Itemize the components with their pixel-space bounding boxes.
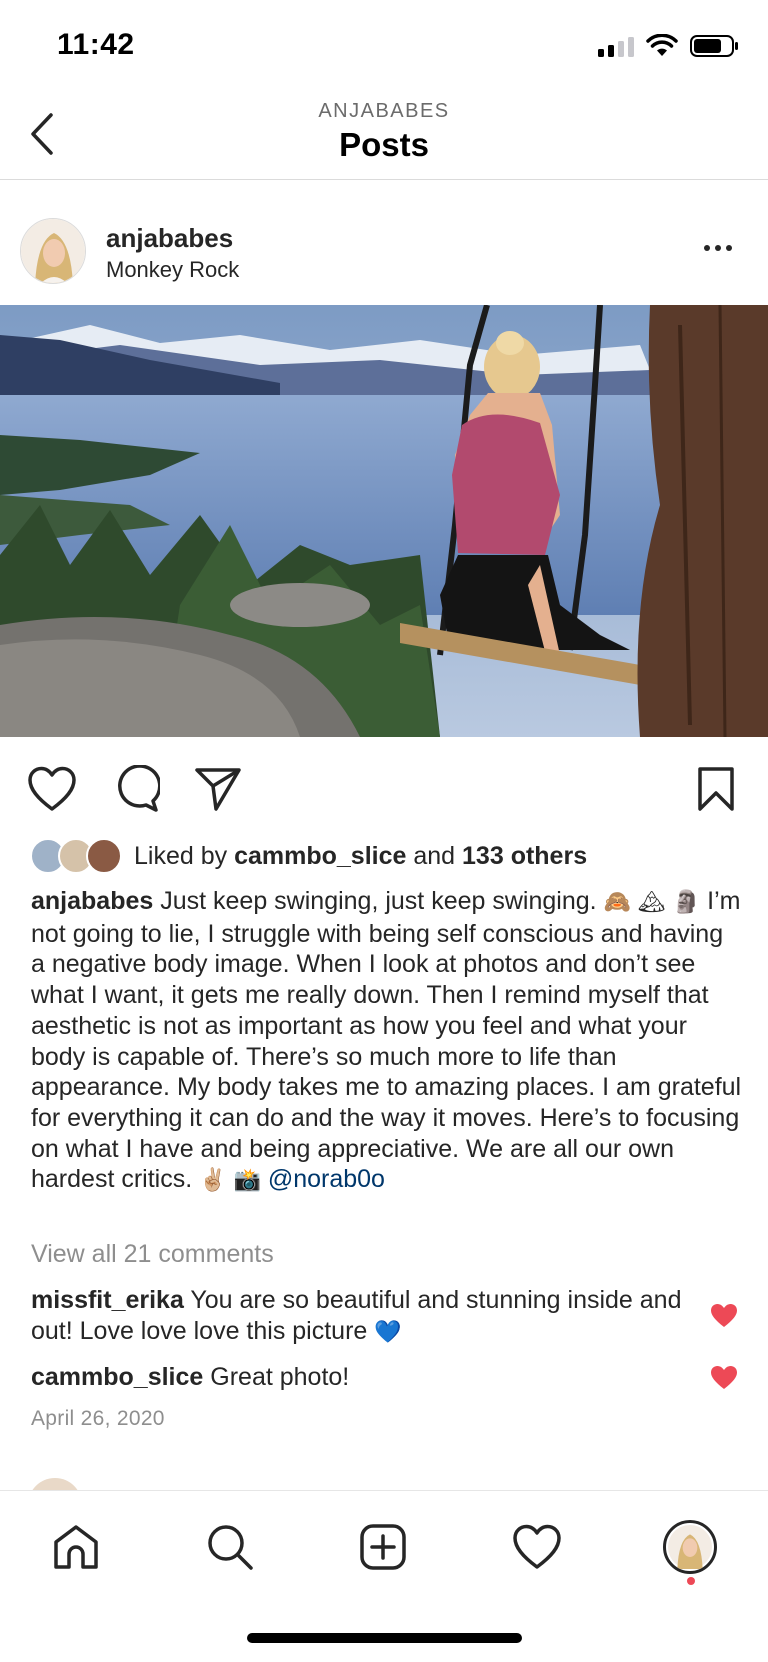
more-dots-icon — [704, 245, 710, 251]
post-username[interactable]: anjababes — [106, 223, 233, 254]
likes-prefix: Liked by — [134, 841, 228, 870]
home-indicator[interactable] — [247, 1633, 522, 1643]
comment-text: Great photo! — [203, 1363, 350, 1391]
liker-avatars — [30, 838, 122, 874]
nav-header: ANJABABES Posts — [0, 92, 768, 180]
save-button[interactable] — [690, 763, 742, 815]
battery-icon — [690, 35, 738, 57]
post-photo[interactable] — [0, 305, 768, 737]
comment-username[interactable]: missfit_erika — [31, 1286, 184, 1314]
comment-username[interactable]: cammbo_slice — [31, 1363, 203, 1391]
avatar-photo — [21, 219, 85, 283]
more-options-button[interactable] — [698, 239, 738, 257]
paper-plane-icon — [195, 768, 241, 811]
post-date: April 26, 2020 — [31, 1407, 165, 1430]
mountain-emoji: 🏔 — [637, 890, 666, 915]
likes-others-count[interactable]: 133 others — [462, 842, 587, 870]
camera-flash-emoji: 📸 — [233, 1168, 261, 1194]
victory-hand-emoji: ✌🏼 — [199, 1168, 227, 1194]
post-actions — [0, 737, 768, 837]
heart-filled-icon — [711, 1304, 737, 1327]
post-location[interactable]: Monkey Rock — [106, 257, 239, 283]
cellular-signal-icon — [598, 35, 634, 57]
tab-home[interactable] — [46, 1517, 106, 1577]
post-image — [0, 305, 768, 737]
profile-avatar — [663, 1520, 717, 1574]
profile-avatar-photo — [668, 1525, 712, 1569]
caption-text-1: Just keep swinging, just keep swinging. — [153, 887, 604, 915]
comment-item: missfit_erika You are so beautiful and s… — [31, 1285, 691, 1348]
liker-avatar — [86, 838, 122, 874]
caption-username[interactable]: anjababes — [31, 887, 153, 915]
comment-bubble-icon — [118, 765, 160, 812]
tab-search[interactable] — [200, 1517, 260, 1577]
likes-conjunction: and — [413, 841, 456, 870]
activity-notification-dot — [687, 1577, 695, 1585]
blue-heart-emoji: 💙 — [374, 1319, 402, 1345]
add-post-icon — [360, 1524, 406, 1570]
tab-profile[interactable] — [660, 1517, 720, 1577]
nav-subtitle: ANJABABES — [318, 100, 450, 122]
likes-text: Liked by cammbo_slice and 133 others — [134, 842, 587, 871]
heart-icon — [513, 1524, 561, 1569]
heart-icon — [28, 766, 76, 811]
comment-like-button[interactable] — [710, 1365, 738, 1391]
comment-item: cammbo_slice Great photo! — [31, 1362, 691, 1393]
liker-username[interactable]: cammbo_slice — [234, 842, 406, 870]
view-all-comments-link[interactable]: View all 21 comments — [31, 1240, 274, 1269]
page-title: Posts — [339, 126, 429, 163]
heart-filled-icon — [711, 1366, 737, 1389]
caption-text-2: I’m not going to lie, I struggle with be… — [31, 887, 742, 1194]
post-caption: anjababes Just keep swinging, just keep … — [31, 886, 743, 1197]
wifi-icon — [646, 34, 678, 56]
search-icon — [208, 1525, 253, 1570]
bookmark-icon — [698, 767, 734, 811]
comment-button[interactable] — [110, 763, 162, 815]
status-time: 11:42 — [57, 28, 135, 61]
likes-row[interactable]: Liked by cammbo_slice and 133 others — [30, 836, 587, 876]
status-bar: 11:42 — [0, 0, 768, 92]
status-icons — [598, 34, 740, 58]
moai-emoji: 🗿 — [672, 890, 701, 915]
like-button[interactable] — [26, 763, 78, 815]
caption-mention[interactable]: @norab0o — [268, 1165, 385, 1193]
tab-activity[interactable] — [507, 1517, 567, 1577]
home-icon — [54, 1525, 98, 1569]
comment-like-button[interactable] — [710, 1303, 738, 1329]
avatar[interactable] — [20, 218, 86, 284]
see-no-evil-monkey-emoji: 🙈 — [603, 890, 631, 915]
post-header: anjababes Monkey Rock — [0, 181, 768, 305]
share-button[interactable] — [192, 763, 244, 815]
tab-new-post[interactable] — [353, 1517, 413, 1577]
